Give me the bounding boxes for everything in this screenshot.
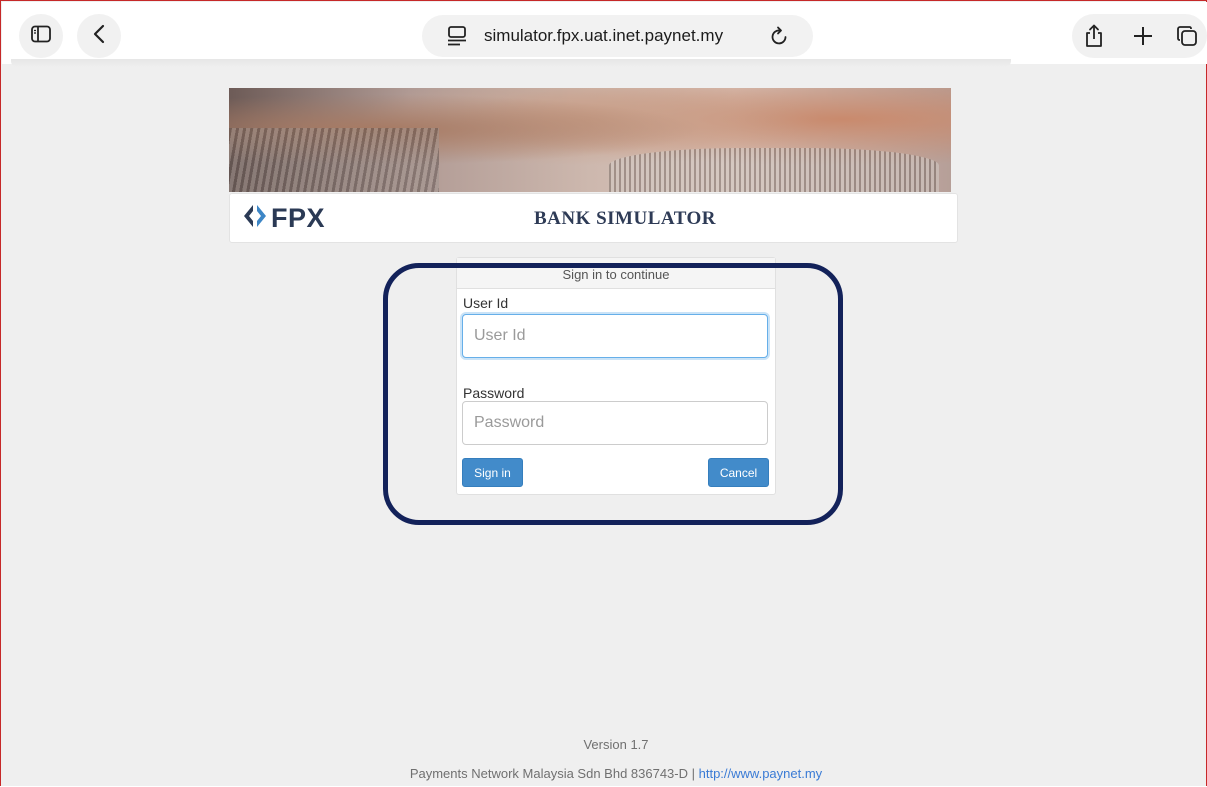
toolbar-shadow: [11, 59, 1011, 67]
banner-decoration: [229, 128, 439, 192]
paynet-link[interactable]: http://www.paynet.my: [699, 766, 823, 781]
browser-toolbar: simulator.fpx.uat.inet.paynet.my: [2, 2, 1207, 64]
cancel-button[interactable]: Cancel: [708, 458, 769, 487]
password-field[interactable]: [462, 401, 768, 445]
toolbar-actions: [1072, 14, 1207, 58]
panel-heading: Sign in to continue: [457, 258, 775, 289]
plus-icon[interactable]: [1132, 25, 1154, 52]
header-banner-image: [229, 88, 951, 192]
sign-in-button[interactable]: Sign in: [462, 458, 523, 487]
version-text: Version 1.7: [583, 737, 649, 752]
tabs-icon[interactable]: [1176, 25, 1198, 52]
reload-icon[interactable]: [770, 25, 790, 52]
password-label: Password: [463, 385, 525, 401]
user-id-label: User Id: [463, 295, 509, 311]
chevron-left-icon: [93, 24, 105, 49]
url-text[interactable]: simulator.fpx.uat.inet.paynet.my: [484, 26, 723, 46]
page-title: BANK SIMULATOR: [533, 208, 717, 229]
back-button[interactable]: [77, 14, 121, 58]
share-icon[interactable]: [1084, 24, 1104, 53]
company-text: Payments Network Malaysia Sdn Bhd 836743…: [409, 766, 699, 781]
banner-decoration: [609, 148, 939, 192]
site-header: FPX BANK SIMULATOR: [229, 193, 958, 243]
sidebar-button[interactable]: [19, 14, 63, 58]
address-bar[interactable]: simulator.fpx.uat.inet.paynet.my: [422, 15, 813, 57]
page-menu-icon[interactable]: [446, 25, 468, 52]
page-frame: simulator.fpx.uat.inet.paynet.my FPX BAN…: [0, 0, 1207, 786]
login-panel: Sign in to continue User Id Password Sig…: [456, 257, 776, 495]
footer-company: Payments Network Malaysia Sdn Bhd 836743…: [1, 766, 1207, 781]
sidebar-icon: [31, 25, 51, 48]
user-id-field[interactable]: [462, 314, 768, 358]
